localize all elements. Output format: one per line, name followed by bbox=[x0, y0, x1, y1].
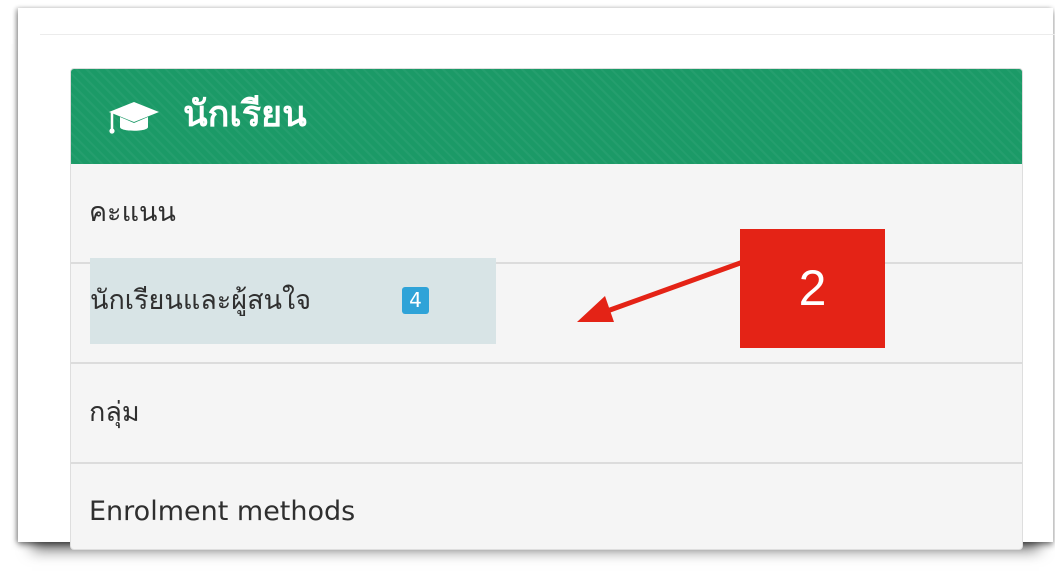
menu-item-label: นักเรียนและผู้สนใจ bbox=[90, 285, 312, 316]
block-title: นักเรียน bbox=[183, 94, 307, 135]
menu-item-groups[interactable]: กลุ่ม bbox=[71, 362, 1022, 462]
count-badge: 4 bbox=[402, 287, 429, 314]
page-divider bbox=[40, 34, 1055, 35]
menu-item-label: Enrolment methods bbox=[89, 496, 356, 527]
block-header: นักเรียน bbox=[71, 69, 1022, 164]
menu-item-label: คะแนน bbox=[89, 197, 176, 228]
menu-item-label: กลุ่ม bbox=[89, 397, 140, 428]
graduation-cap-icon bbox=[109, 102, 159, 134]
menu-item-enrolment-methods[interactable]: Enrolment methods bbox=[71, 462, 1022, 549]
step-number-callout: 2 bbox=[740, 229, 885, 348]
participants-link[interactable]: นักเรียนและผู้สนใจ bbox=[90, 258, 496, 344]
